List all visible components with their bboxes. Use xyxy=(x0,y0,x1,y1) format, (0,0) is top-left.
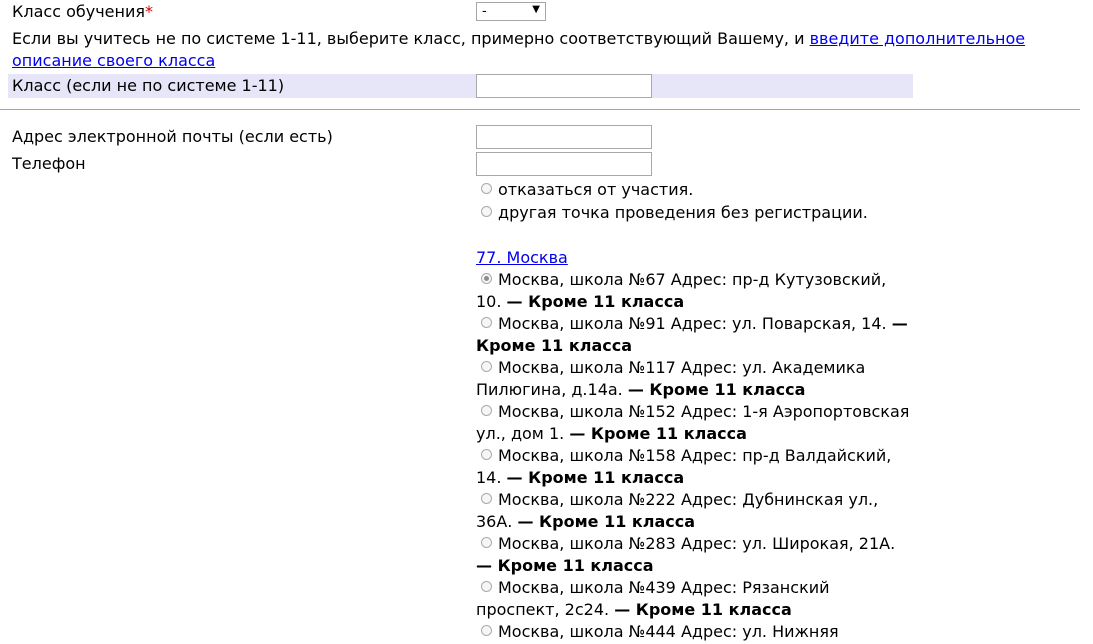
school-option[interactable]: Москва, школа №444 Адрес: ул. Нижняя xyxy=(476,621,916,643)
phone-input[interactable] xyxy=(476,152,652,176)
school-radio[interactable] xyxy=(481,493,492,504)
school-option[interactable]: Москва, школа №67 Адрес: пр-д Кутузовски… xyxy=(476,269,916,313)
school-radio[interactable] xyxy=(481,449,492,460)
school-radio[interactable] xyxy=(481,317,492,328)
school-radio[interactable] xyxy=(481,581,492,592)
school-option[interactable]: Москва, школа №158 Адрес: пр-д Валдайски… xyxy=(476,445,916,489)
school-option[interactable]: Москва, школа №152 Адрес: 1-я Аэропортов… xyxy=(476,401,916,445)
other-point-option[interactable]: другая точка проведения без регистрации. xyxy=(481,202,868,224)
school-option-text: Москва, школа №91 Адрес: ул. Поварская, … xyxy=(498,314,887,333)
school-option-note: — Кроме 11 класса xyxy=(517,512,696,531)
school-option[interactable]: Москва, школа №283 Адрес: ул. Широкая, 2… xyxy=(476,533,916,577)
school-radio[interactable] xyxy=(481,405,492,416)
custom-class-label: Класс (если не по системе 1-11) xyxy=(12,76,285,95)
region-link[interactable]: 77. Москва xyxy=(476,248,568,267)
school-option-text: Москва, школа №444 Адрес: ул. Нижняя xyxy=(498,622,839,641)
school-option[interactable]: Москва, школа №222 Адрес: Дубнинская ул.… xyxy=(476,489,916,533)
school-radio[interactable] xyxy=(481,537,492,548)
school-radio[interactable] xyxy=(481,361,492,372)
email-label: Адрес электронной почты (если есть) xyxy=(12,127,333,146)
phone-label: Телефон xyxy=(12,154,86,173)
school-option[interactable]: Москва, школа №91 Адрес: ул. Поварская, … xyxy=(476,313,916,357)
required-mark: * xyxy=(144,2,153,21)
decline-option[interactable]: отказаться от участия. xyxy=(481,179,693,201)
class-label-text: Класс обучения xyxy=(12,2,145,21)
school-option-note: — Кроме 11 класса xyxy=(506,468,685,487)
decline-option-label: отказаться от участия. xyxy=(498,180,694,199)
school-option-note: — Кроме 11 класса xyxy=(506,292,685,311)
class-note: Если вы учитесь не по системе 1-11, выбе… xyxy=(12,28,1072,72)
school-option-note: — Кроме 11 класса xyxy=(476,556,654,575)
school-radio[interactable] xyxy=(481,625,492,636)
other-point-option-label: другая точка проведения без регистрации. xyxy=(498,203,868,222)
chevron-down-icon: ▼ xyxy=(532,4,540,15)
decline-radio[interactable] xyxy=(481,183,492,194)
class-select-value: - xyxy=(482,4,487,19)
school-option[interactable]: Москва, школа №439 Адрес: Рязанский прос… xyxy=(476,577,916,621)
school-list: 77. Москва Москва, школа №67 Адрес: пр-д… xyxy=(476,247,916,643)
class-select[interactable]: - ▼ xyxy=(476,2,546,21)
custom-class-row: Класс (если не по системе 1-11) xyxy=(8,74,913,98)
class-note-text: Если вы учитесь не по системе 1-11, выбе… xyxy=(12,29,810,48)
custom-class-input[interactable] xyxy=(476,74,652,98)
school-option-note: — Кроме 11 класса xyxy=(569,424,747,443)
class-label: Класс обучения* xyxy=(12,2,153,21)
other-point-radio[interactable] xyxy=(481,206,492,217)
school-option[interactable]: Москва, школа №117 Адрес: ул. Академика … xyxy=(476,357,916,401)
school-option-note: — Кроме 11 класса xyxy=(614,600,792,619)
section-divider xyxy=(0,109,1080,110)
school-radio[interactable] xyxy=(481,273,492,284)
school-option-text: Москва, школа №283 Адрес: ул. Широкая, 2… xyxy=(498,534,896,553)
email-input[interactable] xyxy=(476,125,652,149)
school-option-note: — Кроме 11 класса xyxy=(627,380,806,399)
